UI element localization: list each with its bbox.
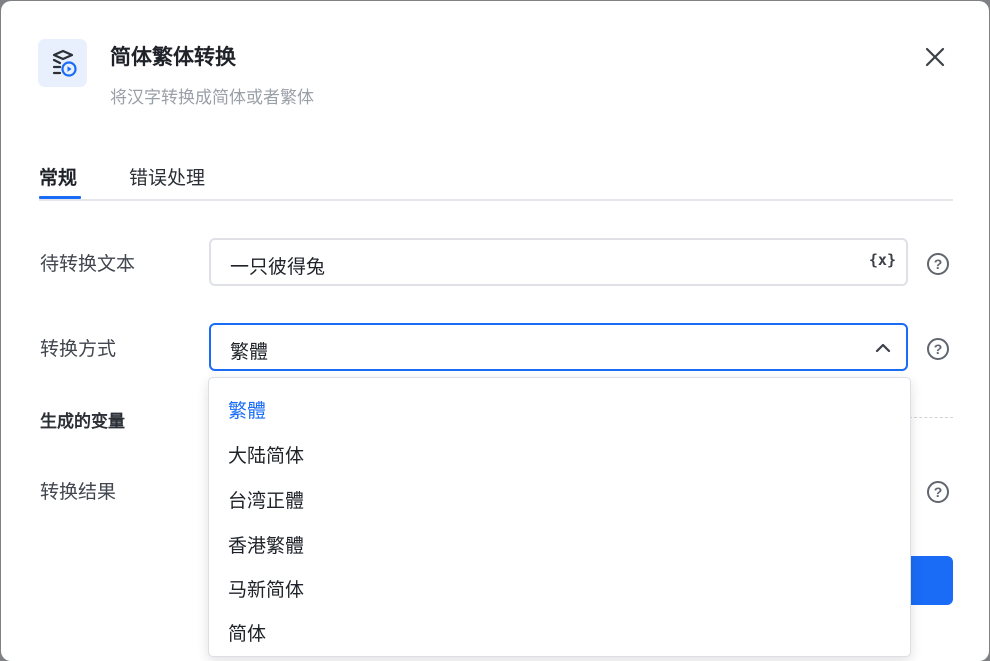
close-icon [925,47,945,67]
dropdown-option[interactable]: 繁體 [228,396,266,423]
source-text-value: 一只彼得兔 [230,256,326,278]
source-text-label: 待转换文本 [40,253,136,275]
close-button[interactable] [919,41,951,73]
dropdown-option[interactable]: 香港繁體 [228,531,304,558]
dropdown-option[interactable]: 台湾正體 [228,486,304,513]
result-help-icon[interactable]: ? [927,481,949,503]
dialog-subtitle: 将汉字转换成简体或者繁体 [110,88,314,108]
app-icon [38,39,87,87]
source-text-input[interactable]: 一只彼得兔 {x} [209,238,908,286]
result-label: 转换结果 [40,481,117,503]
dropdown-option[interactable]: 马新简体 [228,575,304,602]
convert-icon [52,49,77,77]
chevron-up-icon[interactable] [874,339,892,357]
mode-select[interactable]: 繁體 [209,323,908,371]
mode-help-icon[interactable]: ? [927,338,949,360]
tab-bar: 常规 错误处理 [39,161,953,201]
active-tab-indicator [39,196,81,199]
tab-general[interactable]: 常规 [39,163,77,190]
mode-dropdown-menu: 繁體 大陆简体 台湾正體 香港繁體 马新简体 简体 [208,377,911,657]
section-divider [909,417,953,418]
mode-label: 转换方式 [40,338,117,360]
variable-insert-button[interactable]: {x} [869,251,896,269]
tab-error-handling[interactable]: 错误处理 [129,163,205,190]
mode-value: 繁體 [230,341,269,363]
dropdown-option[interactable]: 大陆简体 [228,441,304,468]
dialog-title: 简体繁体转换 [110,45,236,69]
source-text-help-icon[interactable]: ? [927,253,949,275]
generated-variables-title: 生成的变量 [40,412,125,432]
